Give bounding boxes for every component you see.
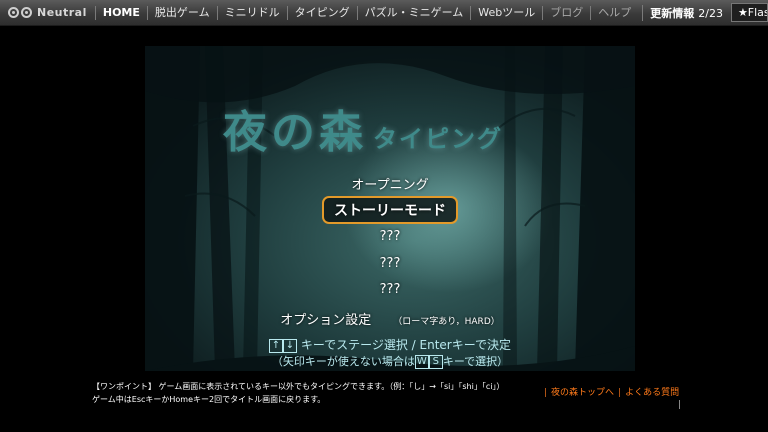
- game-title-main: 夜の森: [223, 107, 367, 158]
- nav-home[interactable]: HOME: [94, 5, 147, 20]
- down-arrow-key-icon: ↓: [282, 338, 297, 353]
- menu-locked-stage-3[interactable]: ???: [145, 282, 635, 297]
- menu-opening[interactable]: オープニング: [145, 174, 635, 193]
- game-title-sub: タイピング: [373, 125, 503, 153]
- game-canvas[interactable]: 夜の森 タイピング オープニング ストーリーモード ??? ??? ??? オプシ…: [145, 46, 635, 371]
- options-note: （ローマ字あり，HARD）: [393, 317, 500, 327]
- controls-hint-alt-suffix: キーで選択）: [442, 355, 509, 368]
- menu-story-mode-label: ストーリーモード: [322, 196, 458, 224]
- controls-hint-text: キーでステージ選択 / Enterキーで決定: [300, 338, 512, 352]
- controls-hint-alt-prefix: （矢印キーが使えない場合は: [271, 355, 415, 368]
- menu-locked-stage-1[interactable]: ???: [145, 229, 635, 244]
- divider: |: [544, 388, 548, 398]
- footer-links: | 夜の森トップへ | よくある質問: [540, 385, 679, 398]
- nav-typing[interactable]: タイピング: [286, 5, 357, 20]
- game-title: 夜の森 タイピング: [223, 96, 503, 160]
- divider: [679, 400, 680, 409]
- site-logo[interactable]: Neutral: [0, 0, 95, 25]
- controls-hint: ↑ ↓ キーでステージ選択 / Enterキーで決定: [145, 336, 635, 353]
- gear-icon: [8, 7, 19, 18]
- nav-blog[interactable]: ブログ: [542, 5, 590, 20]
- menu-locked-stage-2[interactable]: ???: [145, 256, 635, 271]
- gear-icon: [21, 7, 32, 18]
- update-date: 2/23: [698, 6, 723, 20]
- link-forest-top[interactable]: 夜の森トップへ: [551, 388, 614, 398]
- w-key-icon: W: [414, 355, 429, 369]
- divider: |: [618, 388, 622, 398]
- menu-options-label: オプション設定: [280, 313, 372, 328]
- nav-escape-games[interactable]: 脱出ゲーム: [146, 5, 217, 20]
- nav-web-tools[interactable]: Webツール: [470, 5, 542, 20]
- nav-mini-riddle[interactable]: ミニリドル: [216, 5, 287, 20]
- update-info-link[interactable]: 更新情報 2/23: [642, 4, 723, 21]
- menu-story-mode[interactable]: ストーリーモード: [145, 196, 635, 224]
- menu-options[interactable]: オプション設定 （ローマ字あり，HARD）: [145, 309, 635, 328]
- up-arrow-key-icon: ↑: [268, 338, 283, 353]
- link-faq[interactable]: よくある質問: [625, 388, 679, 398]
- top-nav-bar: Neutral HOME 脱出ゲーム ミニリドル タイピング パズル・ミニゲーム…: [0, 0, 768, 26]
- logo-text: Neutral: [37, 6, 87, 19]
- controls-hint-alt: （矢印キーが使えない場合は W S キーで選択）: [145, 353, 635, 369]
- update-label: 更新情報: [650, 6, 695, 20]
- nav-puzzle[interactable]: パズル・ミニゲーム: [356, 5, 471, 20]
- news-ticker[interactable]: ★Flashの終了と: [730, 3, 768, 22]
- s-key-icon: S: [428, 355, 443, 369]
- nav-help[interactable]: ヘルプ: [590, 5, 638, 20]
